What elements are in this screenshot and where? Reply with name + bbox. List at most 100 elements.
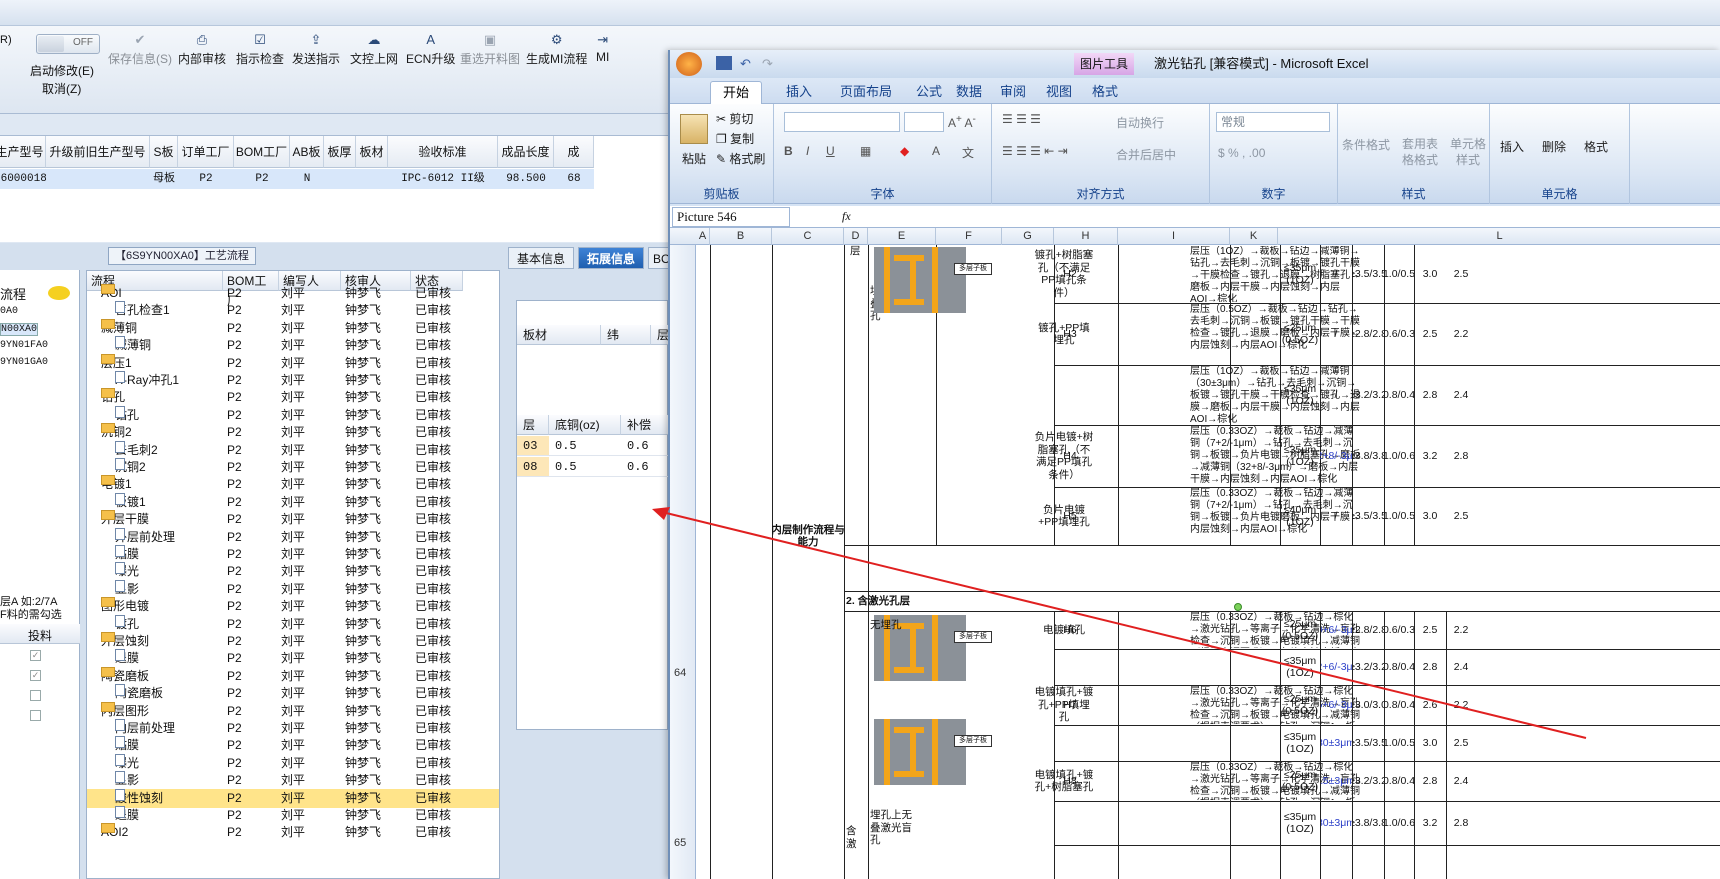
cell-c[interactable]: 1.0/0.5 xyxy=(1384,245,1414,303)
column-header[interactable]: E xyxy=(868,228,936,245)
cell-cu[interactable]: ≤25μm (0.5OZ) xyxy=(1280,685,1320,725)
tree-row[interactable]: −减薄铜 P2 刘平 钟梦飞 已审核 xyxy=(87,318,499,338)
hole-type-cell[interactable]: 无埋孔 xyxy=(870,619,916,632)
layer-cell[interactable]: 0.5 xyxy=(549,457,621,477)
ribbon-tab-5[interactable]: 审阅 xyxy=(988,81,1038,104)
cell-e[interactable]: 2.8 xyxy=(1446,801,1476,845)
cell-c[interactable]: 1.0/0.5 xyxy=(1384,725,1414,761)
font-color-icon[interactable]: A xyxy=(932,144,940,158)
tree-row[interactable]: 退膜 P2 刘平 钟梦飞 已审核 xyxy=(87,649,499,668)
column-header[interactable]: K xyxy=(1230,228,1278,245)
cell-e[interactable]: 2.8 xyxy=(1446,425,1476,487)
bold-icon[interactable]: B xyxy=(784,144,793,158)
cell-a[interactable]: / xyxy=(1320,365,1352,425)
cell-b[interactable]: ≥3.2/3.2 xyxy=(1352,761,1384,801)
cell-b[interactable]: ≥3.2/3.2 xyxy=(1352,365,1384,425)
cell-name[interactable]: 镀孔+PP填埋孔 xyxy=(1034,303,1094,365)
grid-cell[interactable]: 母板 xyxy=(150,169,178,189)
cell-cu[interactable]: ≤35μm (1OZ) xyxy=(1280,365,1320,425)
cell-name[interactable]: 镀孔+树脂塞孔（不满足PP填孔条件） xyxy=(1034,245,1094,303)
grid-cell[interactable] xyxy=(356,169,388,189)
font-size-combo[interactable] xyxy=(904,112,944,132)
grid-header[interactable]: 成 xyxy=(554,136,594,168)
cell-b[interactable]: ≥3.5/3.5 xyxy=(1352,245,1384,303)
worksheet[interactable]: 64 65 内层制作流程与能力2. 含激光孔层埋孔上无叠激光盲孔层含激多层子板多… xyxy=(670,245,1720,879)
grid-header[interactable]: BOM工厂 xyxy=(234,136,290,168)
tree-row[interactable]: −沉铜2 P2 刘平 钟梦飞 已审核 xyxy=(87,423,499,442)
tree-row[interactable]: −电镀1 P2 刘平 钟梦飞 已审核 xyxy=(87,475,499,494)
cell-b[interactable]: ≥3.2/3.2 xyxy=(1352,649,1384,685)
layer-cell[interactable]: 03 xyxy=(517,436,549,456)
copy-button[interactable]: ❐ 复制 xyxy=(716,130,754,147)
cell-a[interactable]: 32+6/-3μm xyxy=(1320,649,1352,685)
grid-cell[interactable]: IPC-6012 II级 xyxy=(388,169,498,189)
cell-d[interactable]: 2.5 xyxy=(1414,303,1446,365)
conditional-format-button[interactable]: 条件格式 xyxy=(1342,136,1390,153)
grid-cell[interactable]: 060000189 xyxy=(0,169,46,189)
layer-cell[interactable]: 08 xyxy=(517,457,549,477)
cell-a[interactable]: / xyxy=(1320,487,1352,545)
grid-cell[interactable]: 98.500 xyxy=(498,169,554,189)
tab-basic-info[interactable]: 基本信息 xyxy=(508,247,575,269)
toolbar-button-2[interactable]: ☑ 指示检查 xyxy=(236,30,284,67)
tree-row[interactable]: 钻孔 P2 刘平 钟梦飞 已审核 xyxy=(87,405,499,425)
tree-row[interactable]: 盲孔检查1 P2 刘平 钟梦飞 已审核 xyxy=(87,301,499,320)
cell-cu[interactable]: ≤35μm (1OZ) xyxy=(1280,425,1320,487)
tree-row[interactable]: 陶瓷磨板 P2 刘平 钟梦飞 已审核 xyxy=(87,684,499,703)
cell-b[interactable]: ≥2.8/2.8 xyxy=(1352,611,1384,649)
edit-toggle[interactable]: OFF xyxy=(36,34,100,54)
cell-b[interactable]: ≥3.5/3.5 xyxy=(1352,725,1384,761)
feed-checkbox[interactable]: ✓ xyxy=(30,670,41,681)
cell-e[interactable]: 2.5 xyxy=(1446,487,1476,545)
tree-row[interactable]: −陶瓷磨板 P2 刘平 钟梦飞 已审核 xyxy=(87,666,499,686)
cell-d[interactable]: 2.8 xyxy=(1414,761,1446,801)
layer-cell[interactable]: 0.6 xyxy=(621,436,669,456)
column-header[interactable]: I xyxy=(1118,228,1230,245)
tree-row[interactable]: −图形电镀 P2 刘平 钟梦飞 已审核 xyxy=(87,597,499,616)
ribbon-tab-4[interactable]: 数据 xyxy=(944,81,994,104)
align-top-icon[interactable]: ☰ ☰ ☰ xyxy=(1002,112,1041,126)
ribbon-tab-0[interactable]: 开始 xyxy=(710,81,763,104)
cell-d[interactable]: 3.0 xyxy=(1414,487,1446,545)
cell-a[interactable]: / xyxy=(1320,303,1352,365)
cancel-button[interactable]: 取消(Z) xyxy=(42,80,81,97)
underline-icon[interactable]: U xyxy=(826,144,835,158)
toolbar-button-0[interactable]: ✔ 保存信息(S) xyxy=(108,30,172,67)
cell-cu[interactable]: ≤25μm (0.5OZ) xyxy=(1280,303,1320,365)
cell-cu[interactable]: ≤25μm (0.5OZ) xyxy=(1280,761,1320,801)
tree-row[interactable]: 贴膜 P2 刘平 钟梦飞 已审核 xyxy=(87,736,499,755)
tree-row[interactable]: 去毛刺2 P2 刘平 钟梦飞 已审核 xyxy=(87,440,499,460)
left-list-item[interactable]: 0A0 xyxy=(0,306,18,317)
cell-c[interactable]: 0.8/0.4 xyxy=(1384,649,1414,685)
format-painter-button[interactable]: ✎ 格式刷 xyxy=(716,150,765,167)
toolbar-button-8[interactable]: ⇥ MI xyxy=(596,30,609,64)
cell-c[interactable]: 1.0/0.6 xyxy=(1384,425,1414,487)
rotation-handle-icon[interactable] xyxy=(1234,603,1242,611)
cell-c[interactable]: 0.6/0.3 xyxy=(1384,611,1414,649)
tree-row[interactable]: 酸性蚀刻 P2 刘平 钟梦飞 已审核 xyxy=(87,788,499,808)
cell-cu[interactable]: ≤35μm (1OZ) xyxy=(1280,245,1320,303)
left-list-item[interactable]: 9YN01FA0 xyxy=(0,340,48,351)
grid-header[interactable]: S板 xyxy=(150,136,178,168)
left-list-item[interactable]: N00XA0 xyxy=(0,323,39,336)
grid-cell[interactable] xyxy=(46,169,150,189)
column-header[interactable]: A xyxy=(696,228,710,245)
restart-edit-button[interactable]: 启动修改(E) xyxy=(30,62,94,79)
cell-d[interactable]: 2.8 xyxy=(1414,649,1446,685)
italic-icon[interactable]: I xyxy=(806,144,809,158)
grid-cell[interactable]: P2 xyxy=(234,169,290,189)
column-header[interactable]: B xyxy=(710,228,772,245)
cell-a[interactable]: 20+6/-3μm xyxy=(1320,611,1352,649)
feed-checkbox[interactable]: ✓ xyxy=(30,650,41,661)
paste-button[interactable]: 粘贴 xyxy=(682,150,706,167)
tree-row[interactable]: −AOI P2 刘平 钟梦飞 已审核 xyxy=(87,284,499,303)
toolbar-button-7[interactable]: ⚙ 生成MI流程 xyxy=(526,30,587,67)
tree-row[interactable]: 曝光 P2 刘平 钟梦飞 已审核 xyxy=(87,753,499,773)
ribbon-tab-1[interactable]: 插入 xyxy=(774,81,824,104)
tree-row[interactable]: −AOI2 P2 刘平 钟梦飞 已审核 xyxy=(87,823,499,842)
tree-row[interactable]: −外层蚀刻 P2 刘平 钟梦飞 已审核 xyxy=(87,632,499,651)
grid-cell[interactable]: 68 xyxy=(554,169,594,189)
format-cells-button[interactable]: 格式 xyxy=(1584,138,1608,155)
cell-e[interactable]: 2.2 xyxy=(1446,611,1476,649)
redo-icon[interactable]: ↷ xyxy=(762,50,773,78)
